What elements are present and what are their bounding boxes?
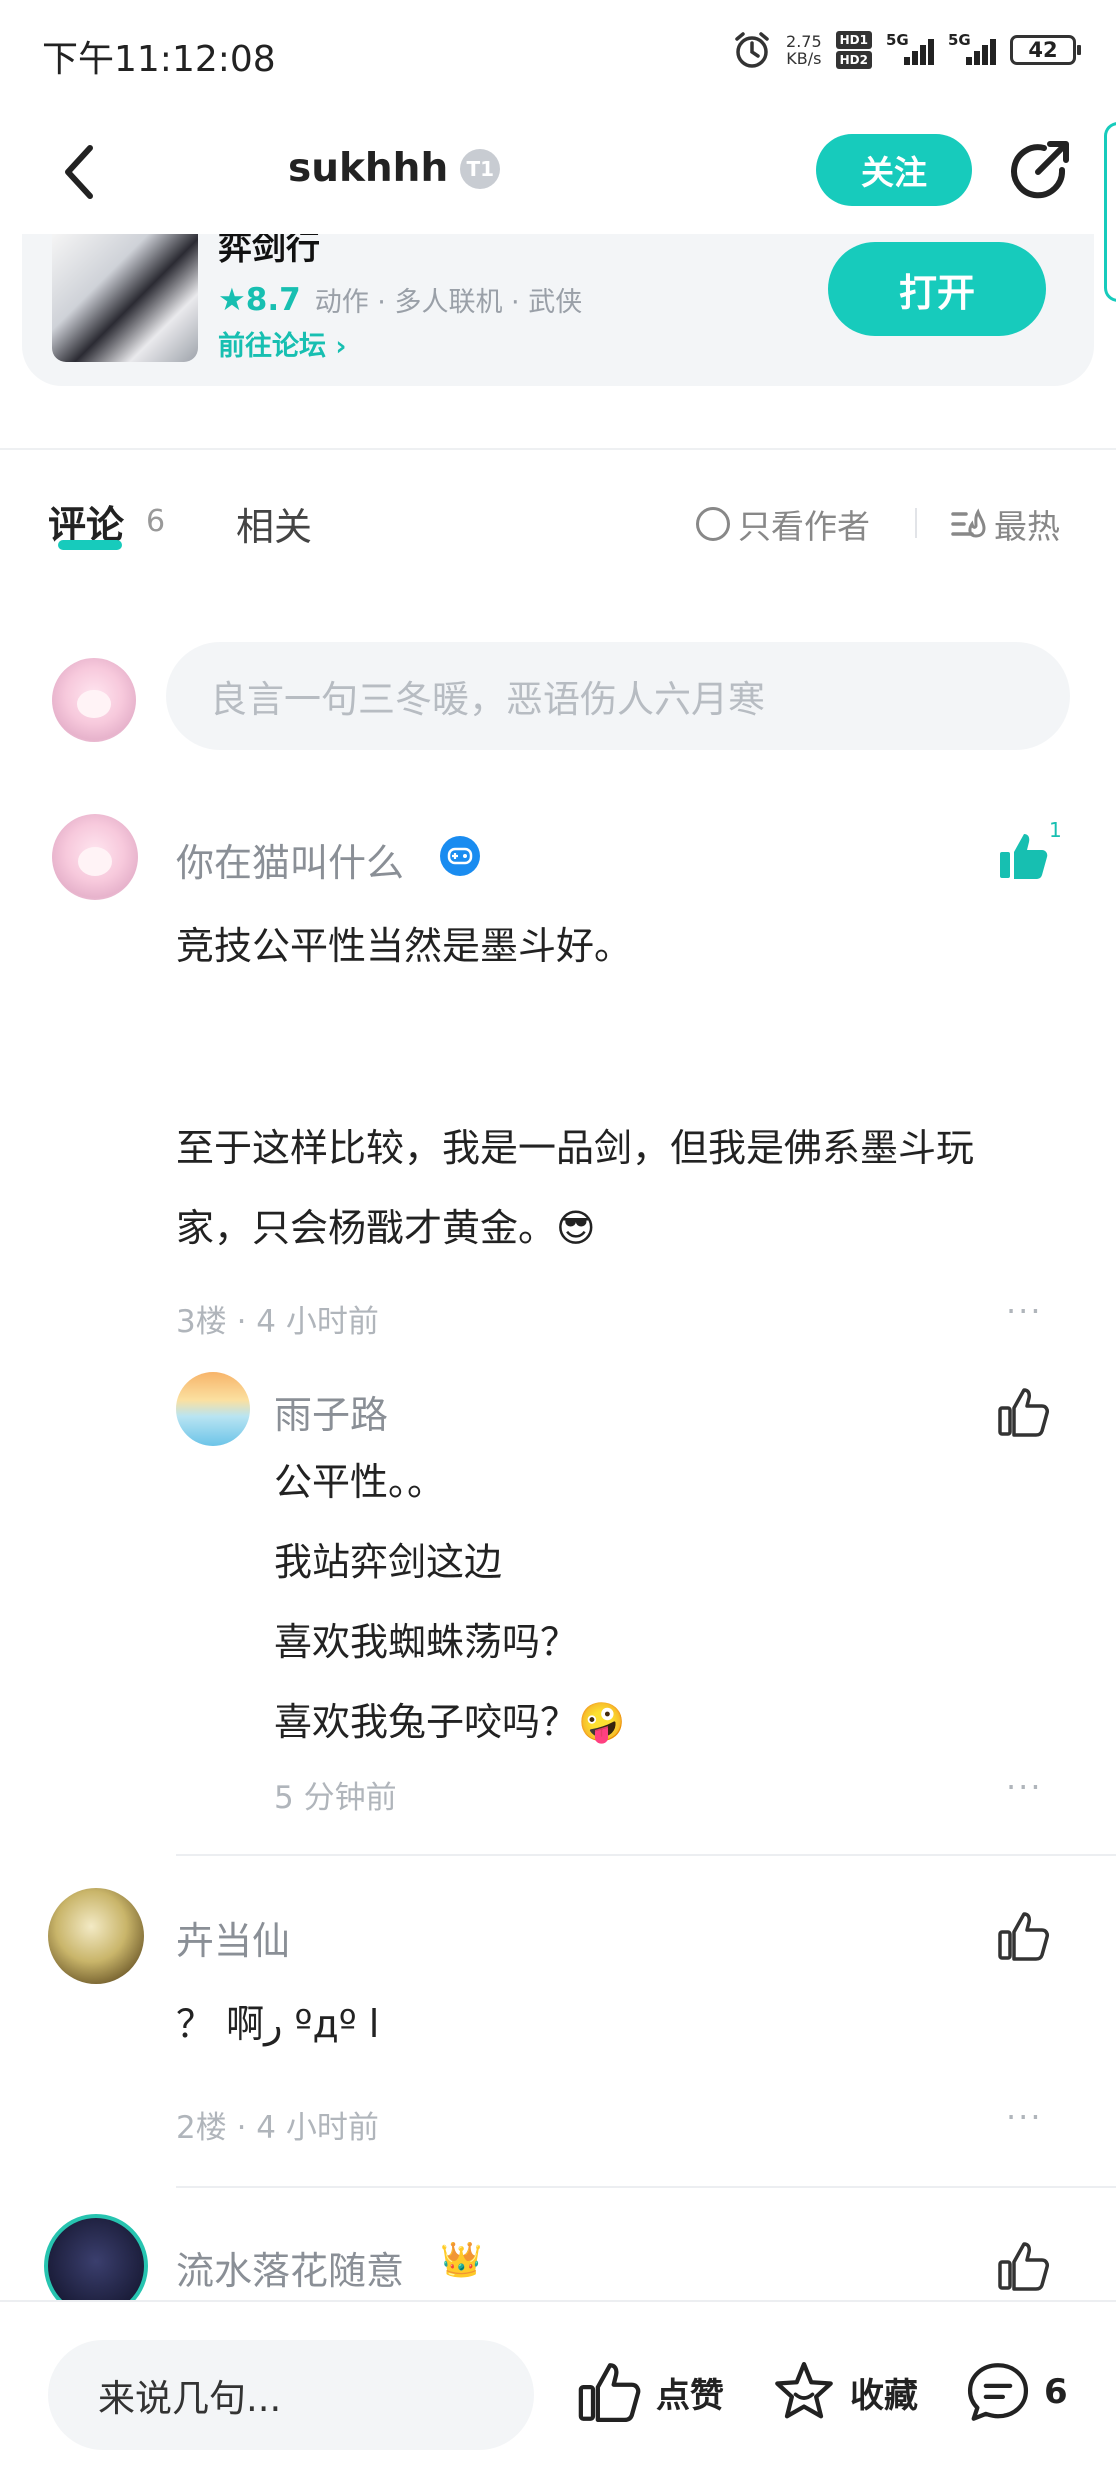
comment-text-line: 竞技公平性当然是墨斗好。 bbox=[176, 924, 633, 968]
follow-button[interactable]: 关注 bbox=[816, 134, 972, 206]
reply-text-line: 公平性。。 bbox=[274, 1460, 446, 1504]
game-card[interactable]: 弈剑行 ★8.7 动作 · 多人联机 · 武侠 前往论坛 › 打开 bbox=[22, 234, 1094, 386]
comments-button[interactable]: 6 bbox=[964, 2358, 1068, 2426]
reply-text-line: 我站弈剑这边 bbox=[274, 1540, 503, 1584]
comment-username[interactable]: 你在猫叫什么 bbox=[176, 832, 404, 887]
reply-input[interactable]: 来说几句... bbox=[48, 2340, 534, 2450]
comment-input[interactable]: 良言一句三冬暖，恶语伤人六月寒 bbox=[166, 642, 1070, 750]
forum-link[interactable]: 前往论坛 › bbox=[218, 324, 347, 363]
sort-icon bbox=[951, 508, 986, 538]
username-title: sukhhh bbox=[288, 146, 449, 191]
back-arrow-icon[interactable] bbox=[56, 140, 106, 204]
like-icon[interactable] bbox=[996, 1384, 1052, 1440]
comment-count: 6 bbox=[146, 504, 166, 539]
status-bar: 下午11:12:08 2.75 KB/s HD1 HD2 5G 5G 42 bbox=[0, 0, 1116, 100]
alarm-icon bbox=[735, 32, 769, 68]
thumbs-up-icon bbox=[578, 2363, 641, 2423]
reply-avatar[interactable] bbox=[176, 1372, 250, 1446]
like-icon[interactable] bbox=[996, 2238, 1052, 2294]
crown-badge-icon: 👑 bbox=[440, 2240, 483, 2280]
battery-icon: 42 bbox=[1010, 35, 1081, 65]
game-cover-image bbox=[52, 234, 198, 362]
status-time: 下午11:12:08 bbox=[42, 39, 276, 80]
comment-text-line: 至于这样比较，我是一品剑，但我是佛系墨斗玩 bbox=[176, 1126, 975, 1170]
like-icon[interactable] bbox=[996, 1908, 1052, 1964]
signal-icon: 5G bbox=[886, 31, 934, 65]
reply-meta: 5 分钟前 bbox=[274, 1780, 397, 1816]
network-speed: 2.75 KB/s bbox=[786, 32, 822, 68]
more-options-button[interactable]: ··· bbox=[1006, 2098, 1043, 2136]
gamer-badge-icon bbox=[440, 836, 480, 876]
comment-divider bbox=[176, 2186, 1116, 2188]
share-icon[interactable] bbox=[1004, 136, 1074, 206]
signal-icon-2: 5G bbox=[948, 31, 996, 65]
status-icons: 2.75 KB/s HD1 HD2 5G 5G 42 bbox=[732, 28, 1081, 72]
reply-text-line: 喜欢我蜘蛛荡吗？ bbox=[274, 1620, 579, 1664]
open-game-button[interactable]: 打开 bbox=[828, 242, 1046, 336]
tab-related[interactable]: 相关 bbox=[236, 496, 312, 551]
favorite-button[interactable]: 收藏 bbox=[770, 2358, 918, 2426]
radio-icon bbox=[696, 507, 730, 541]
avatar[interactable] bbox=[52, 814, 138, 900]
comment-bubble-icon bbox=[967, 2363, 1029, 2421]
more-options-button[interactable]: ··· bbox=[1006, 1292, 1043, 1330]
comment-username[interactable]: 卉当仙 bbox=[176, 1910, 290, 1965]
hd-indicator: HD1 HD2 bbox=[835, 31, 872, 69]
bottom-action-bar: 来说几句... 点赞 收藏 6 bbox=[0, 2300, 1116, 2480]
game-rating: ★8.7 bbox=[218, 281, 301, 318]
comment-text-line: 家，只会杨戬才黄金。😎 bbox=[176, 1206, 596, 1250]
floating-edge-tab[interactable] bbox=[1104, 122, 1116, 302]
star-icon bbox=[775, 2361, 833, 2419]
game-tags: 动作 · 多人联机 · 武侠 bbox=[314, 287, 583, 318]
like-button[interactable]: 点赞 bbox=[576, 2358, 724, 2426]
more-options-button[interactable]: ··· bbox=[1006, 1768, 1043, 1806]
sort-hot-button[interactable]: 最热 bbox=[950, 500, 1060, 548]
comment-meta: 3楼 · 4 小时前 bbox=[176, 1304, 379, 1340]
top-nav: sukhhh T1 关注 bbox=[0, 110, 1116, 302]
author-only-toggle[interactable]: 只看作者 bbox=[696, 500, 870, 548]
avatar[interactable] bbox=[48, 1888, 144, 1984]
comment-meta: 2楼 · 4 小时前 bbox=[176, 2110, 379, 2146]
user-title[interactable]: sukhhh T1 bbox=[288, 146, 501, 191]
comment-divider bbox=[176, 1854, 1116, 1856]
section-divider bbox=[0, 448, 1116, 450]
game-meta: ★8.7 动作 · 多人联机 · 武侠 bbox=[218, 280, 582, 319]
game-name: 弈剑行 bbox=[218, 234, 320, 268]
comment-username[interactable]: 流水落花随意 bbox=[176, 2240, 404, 2295]
comment-text-line: ？ 啊ر ºдº ا bbox=[176, 2002, 380, 2046]
sort-divider bbox=[915, 508, 917, 538]
like-filled-icon[interactable] bbox=[996, 828, 1052, 884]
my-avatar[interactable] bbox=[52, 658, 136, 742]
level-badge: T1 bbox=[460, 148, 501, 189]
reply-username[interactable]: 雨子路 bbox=[274, 1384, 388, 1439]
reply-text-line: 喜欢我兔子咬吗？🤪 bbox=[274, 1700, 626, 1744]
like-count: 1 bbox=[1049, 818, 1062, 842]
active-tab-indicator bbox=[58, 540, 122, 550]
